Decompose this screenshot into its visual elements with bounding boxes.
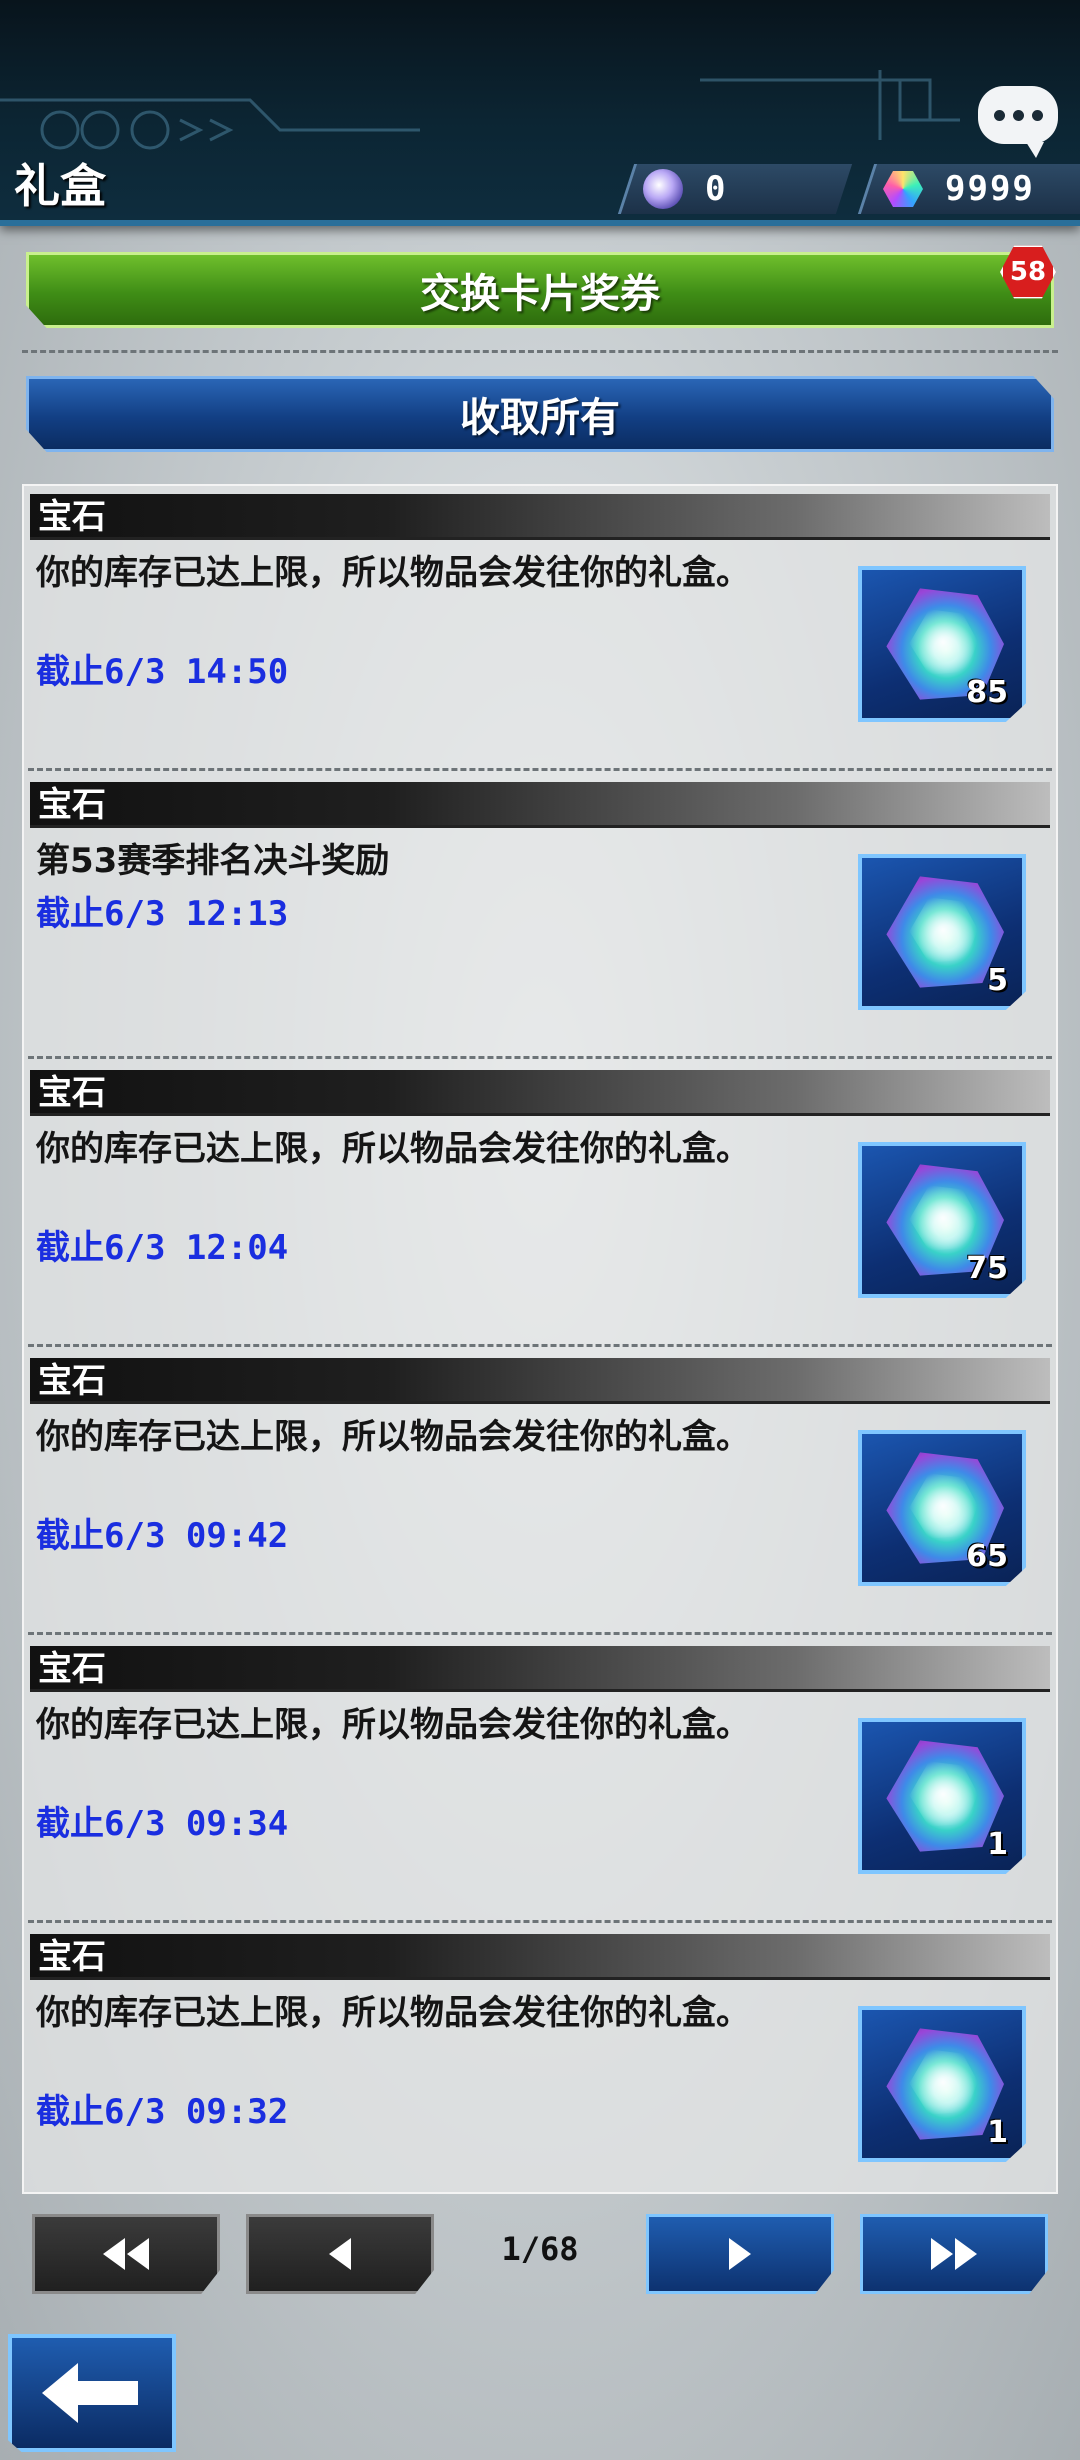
- gift-list[interactable]: 宝石 你的库存已达上限，所以物品会发往你的礼盒。 截止6/3 14:50 85 …: [22, 484, 1058, 2194]
- reward-quantity: 5: [987, 963, 1008, 998]
- gift-item-header: 宝石: [30, 782, 1050, 828]
- gift-message: 你的库存已达上限，所以物品会发往你的礼盒。: [36, 553, 750, 593]
- reward-quantity: 85: [966, 675, 1008, 710]
- gift-deadline: 截止6/3 09:42: [36, 1508, 288, 1557]
- gift-item-header: 宝石: [30, 1358, 1050, 1404]
- gift-message: 你的库存已达上限，所以物品会发往你的礼盒。: [36, 1993, 750, 2033]
- gift-message: 你的库存已达上限，所以物品会发往你的礼盒。: [36, 1129, 750, 1169]
- gem-reward-icon[interactable]: 75: [858, 1142, 1026, 1298]
- deadline-time: 6/3 09:42: [104, 1516, 289, 1556]
- deadline-prefix: 截止: [36, 652, 104, 692]
- gem-reward-icon[interactable]: 65: [858, 1430, 1026, 1586]
- prev-page-button[interactable]: [246, 2214, 434, 2294]
- gift-category: 宝石: [38, 1361, 106, 1401]
- gift-item-header: 宝石: [30, 1646, 1050, 1692]
- deadline-time: 6/3 14:50: [104, 652, 289, 692]
- gem-reward-icon[interactable]: 1: [858, 2006, 1026, 2162]
- gem-currency-counter: 9999: [857, 164, 1080, 214]
- reward-quantity: 1: [987, 1827, 1008, 1862]
- gift-item[interactable]: 宝石 你的库存已达上限，所以物品会发往你的礼盒。 截止6/3 09:42 65: [24, 1350, 1056, 1638]
- gift-item[interactable]: 宝石 你的库存已达上限，所以物品会发往你的礼盒。 截止6/3 14:50 85: [24, 486, 1056, 774]
- circuit-decoration: [0, 70, 960, 150]
- chevron-right-icon: [729, 2238, 751, 2270]
- exchange-button-label: 交换卡片奖券: [420, 271, 660, 317]
- gift-category: 宝石: [38, 1649, 106, 1689]
- divider: [28, 768, 1052, 771]
- divider: [28, 1056, 1052, 1059]
- deadline-prefix: 截止: [36, 894, 104, 934]
- gift-item[interactable]: 宝石 你的库存已达上限，所以物品会发往你的礼盒。 截止6/3 09:34 1: [24, 1638, 1056, 1926]
- last-page-button[interactable]: [860, 2214, 1048, 2294]
- deadline-prefix: 截止: [36, 2092, 104, 2132]
- gift-item-header: 宝石: [30, 1070, 1050, 1116]
- orb-currency-icon: [643, 169, 683, 209]
- deadline-prefix: 截止: [36, 1516, 104, 1556]
- back-button[interactable]: [8, 2334, 176, 2452]
- gift-item[interactable]: 宝石 你的库存已达上限，所以物品会发往你的礼盒。 截止6/3 12:04 75: [24, 1062, 1056, 1350]
- gift-deadline: 截止6/3 09:34: [36, 1796, 288, 1845]
- gift-deadline: 截止6/3 12:13: [36, 886, 288, 935]
- gem-currency-icon: [883, 169, 923, 209]
- double-chevron-right-icon: [931, 2238, 977, 2270]
- gift-message: 你的库存已达上限，所以物品会发往你的礼盒。: [36, 1417, 750, 1457]
- gift-message: 第53赛季排名决斗奖励: [36, 841, 390, 881]
- gift-item-header: 宝石: [30, 494, 1050, 540]
- deadline-prefix: 截止: [36, 1228, 104, 1268]
- gift-deadline: 截止6/3 12:04: [36, 1220, 288, 1269]
- deadline-time: 6/3 12:13: [104, 894, 289, 934]
- double-chevron-left-icon: [103, 2238, 149, 2270]
- gift-deadline: 截止6/3 09:32: [36, 2084, 288, 2133]
- orb-currency-value: 0: [705, 169, 728, 209]
- collect-all-button[interactable]: 收取所有: [26, 376, 1054, 452]
- chevron-left-icon: [329, 2238, 351, 2270]
- divider: [28, 1344, 1052, 1347]
- arrow-left-icon: [42, 2363, 138, 2423]
- gift-item-header: 宝石: [30, 1934, 1050, 1980]
- gift-message: 你的库存已达上限，所以物品会发往你的礼盒。: [36, 1705, 750, 1745]
- next-page-button[interactable]: [646, 2214, 834, 2294]
- gift-category: 宝石: [38, 785, 106, 825]
- gift-category: 宝石: [38, 1073, 106, 1113]
- gift-category: 宝石: [38, 497, 106, 537]
- collect-all-label: 收取所有: [460, 395, 620, 441]
- gem-currency-value: 9999: [945, 169, 1035, 209]
- gift-item[interactable]: 宝石 你的库存已达上限，所以物品会发往你的礼盒。 截止6/3 09:32 1: [24, 1926, 1056, 2214]
- first-page-button[interactable]: [32, 2214, 220, 2294]
- gem-reward-icon[interactable]: 5: [858, 854, 1026, 1010]
- deadline-prefix: 截止: [36, 1804, 104, 1844]
- reward-quantity: 75: [966, 1251, 1008, 1286]
- gift-item[interactable]: 宝石 第53赛季排名决斗奖励 截止6/3 12:13 5: [24, 774, 1056, 1062]
- page-indicator: 1/68: [501, 2230, 579, 2268]
- exchange-card-tickets-button[interactable]: 交换卡片奖券: [26, 252, 1054, 328]
- deadline-time: 6/3 09:32: [104, 2092, 289, 2132]
- reward-quantity: 65: [966, 1539, 1008, 1574]
- gem-reward-icon[interactable]: 1: [858, 1718, 1026, 1874]
- gift-deadline: 截止6/3 14:50: [36, 644, 288, 693]
- divider: [28, 1920, 1052, 1923]
- gift-category: 宝石: [38, 1937, 106, 1977]
- chat-bubble-icon[interactable]: [978, 86, 1058, 158]
- deadline-time: 6/3 09:34: [104, 1804, 289, 1844]
- deadline-time: 6/3 12:04: [104, 1228, 289, 1268]
- page-title: 礼盒: [14, 159, 106, 213]
- reward-quantity: 1: [987, 2115, 1008, 2150]
- orb-currency-counter: 0: [617, 164, 853, 214]
- divider: [28, 1632, 1052, 1635]
- divider: [22, 350, 1058, 353]
- gem-reward-icon[interactable]: 85: [858, 566, 1026, 722]
- top-bar: 礼盒 0 9999: [0, 0, 1080, 226]
